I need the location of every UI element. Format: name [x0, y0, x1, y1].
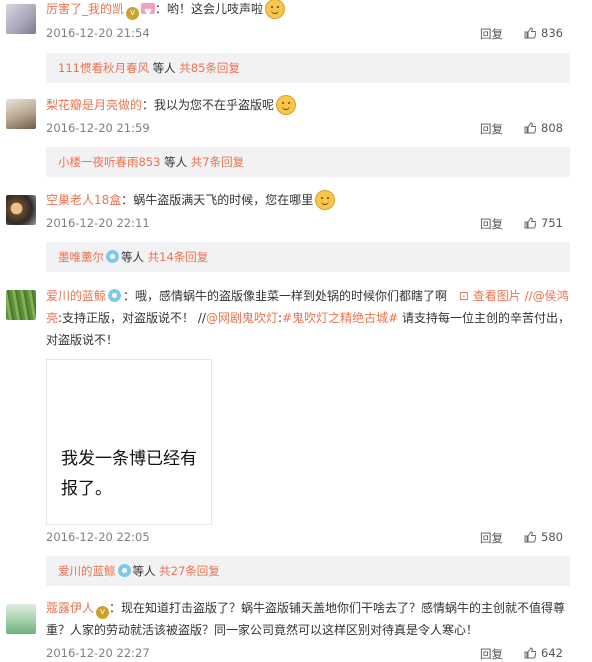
comment-text: 哦，感情蜗牛的盗版像韭菜一样到处锅的时候你们都瞎了啊 [135, 289, 448, 303]
heart-badge-icon [141, 2, 156, 24]
avatar[interactable] [6, 290, 36, 320]
reply-button[interactable]: 回复 [480, 216, 503, 232]
reply-mid-text: 等人 [160, 155, 191, 169]
comment-text: // [197, 311, 206, 325]
comment-author[interactable]: 爱川的蓝鲸 [46, 289, 106, 303]
vip-eye-icon [106, 250, 119, 263]
vip-badge-icon: v [126, 7, 140, 20]
replies-summary[interactable]: 小楼一夜听春雨853 等人 共7条回复 [46, 147, 570, 177]
like-count: 751 [541, 216, 563, 230]
attached-image[interactable]: 我发一条博已经有 报了。 [46, 359, 212, 525]
reply-button[interactable]: 回复 [480, 26, 503, 42]
comment-author[interactable]: 厉害了_我的凯 [46, 2, 124, 16]
comment-author[interactable]: 蔻露伊人 [46, 601, 94, 615]
reply-button[interactable]: 回复 [480, 121, 503, 137]
view-image-link[interactable]: ⊡ 查看图片 [459, 289, 521, 303]
comment-body: 空巢老人18盒：蜗牛盗版满天飞的时候，您在哪里 [46, 189, 566, 211]
like-count: 642 [541, 646, 563, 660]
comment-body: 厉害了_我的凯v ：哟！这会儿吱声啦 [46, 0, 566, 24]
reply-count-link[interactable]: 共14条回复 [148, 250, 209, 264]
reply-user-link[interactable]: 小楼一夜听春雨853 [58, 155, 160, 169]
comment-text: 哟！这会儿吱声啦 [167, 2, 264, 16]
comment-text: 蜗牛盗版满天飞的时候，您在哪里 [133, 193, 314, 207]
reply-count-link[interactable]: 共7条回复 [191, 155, 244, 169]
reply-button[interactable]: 回复 [480, 530, 503, 546]
like-button[interactable]: 751 [524, 216, 563, 230]
comment-author[interactable]: 空巢老人18盒 [46, 193, 121, 207]
comment-text: 现在知道打击盗版了？蜗牛盗版铺天盖地你们干啥去了？感情蜗牛的主创就不值得尊重？人… [46, 601, 566, 637]
comment-text: :支持正版，对盗版说不！ [58, 311, 195, 325]
replies-summary[interactable]: 111惯看秋月春风 等人 共85条回复 [46, 53, 570, 83]
emoji-icon [265, 0, 286, 19]
like-count: 580 [541, 530, 563, 544]
comment-time: 2016-12-20 22:05 [46, 530, 150, 544]
mention-link[interactable]: @网剧鬼吹灯 [206, 311, 278, 325]
reply-mid-text: 等人 [132, 564, 160, 578]
separator: ： [155, 2, 168, 16]
comment-body: 蔻露伊人 v ：现在知道打击盗版了？蜗牛盗版铺天盖地你们干啥去了？感情蜗牛的主创就不… [46, 597, 566, 641]
like-button[interactable]: 642 [524, 646, 563, 660]
emoji-icon [276, 95, 297, 115]
comment-time: 2016-12-20 21:54 [46, 26, 150, 40]
like-button[interactable]: 836 [524, 26, 563, 40]
reply-count-link[interactable]: 共27条回复 [159, 564, 220, 578]
replies-summary[interactable]: 墨唯薰尔 等人 共14条回复 [46, 242, 570, 272]
avatar[interactable] [6, 604, 36, 634]
like-count: 836 [541, 26, 563, 40]
thumbs-up-icon [524, 647, 536, 659]
avatar[interactable] [6, 4, 36, 34]
comment-text: 我以为您不在乎盗版呢 [154, 98, 275, 112]
thumbs-up-icon [524, 122, 536, 134]
reply-button[interactable]: 回复 [480, 646, 503, 662]
like-button[interactable]: 580 [524, 530, 563, 544]
thumbs-up-icon [524, 217, 536, 229]
emoji-icon [315, 190, 336, 210]
separator: ： [142, 98, 155, 112]
separator: ： [109, 601, 122, 615]
reply-count-link[interactable]: 共85条回复 [179, 61, 240, 75]
comment-body: 梨花瓣是月亮做的：我以为您不在乎盗版呢 [46, 94, 566, 116]
thumbs-up-icon [524, 531, 536, 543]
comment-time: 2016-12-20 21:59 [46, 121, 150, 135]
image-text: 我发一条博已经有 报了。 [61, 449, 197, 499]
replies-summary[interactable]: 爱川的蓝鲸 等人 共27条回复 [46, 556, 570, 586]
reply-user-link[interactable]: 墨唯薰尔 [58, 250, 104, 264]
avatar[interactable] [6, 99, 36, 129]
image-icon: ⊡ [458, 289, 473, 303]
comment-time: 2016-12-20 22:27 [46, 646, 150, 660]
avatar[interactable] [6, 195, 36, 225]
reply-user-link[interactable]: 爱川的蓝鲸 [58, 564, 116, 578]
comment-time: 2016-12-20 22:11 [46, 216, 150, 230]
vip-eye-icon [117, 564, 131, 577]
comment-author[interactable]: 梨花瓣是月亮做的 [46, 98, 142, 112]
reply-user-link[interactable]: 111惯看秋月春风 [58, 61, 149, 75]
comment-body: 爱川的蓝鲸 ：哦，感情蜗牛的盗版像韭菜一样到处锅的时候你们都瞎了啊 ⊡ 查看图片 … [46, 285, 570, 351]
separator: ： [123, 289, 136, 303]
like-button[interactable]: 808 [524, 121, 563, 135]
reply-mid-text: 等人 [121, 250, 148, 264]
thumbs-up-icon [524, 27, 536, 39]
reply-mid-text: 等人 [148, 61, 180, 75]
topic-link[interactable]: #鬼吹灯之精绝古城# [282, 311, 398, 325]
like-count: 808 [541, 121, 563, 135]
vip-eye-icon [108, 289, 122, 302]
separator: ： [121, 193, 134, 207]
vip-badge-icon: v [96, 606, 110, 619]
